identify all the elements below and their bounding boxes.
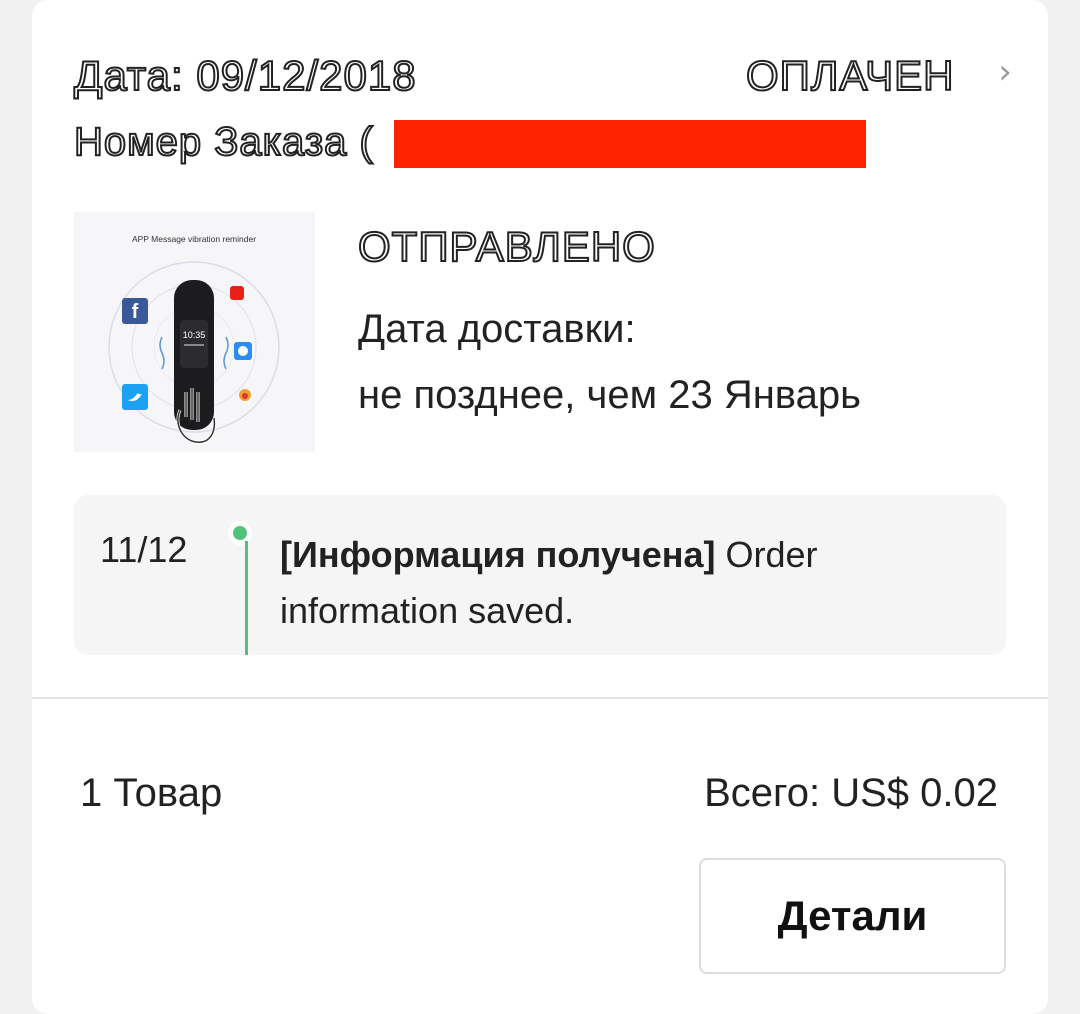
order-date: Дата: 09/12/2018 [73,51,417,100]
items-count: 1 Товар [80,771,223,815]
delivery-date-label: Дата доставки: [358,307,636,351]
product-image-caption: APP Message vibration reminder [132,234,256,244]
shipping-status: ОТПРАВЛЕНО [357,222,656,271]
order-status-badge: ОПЛАЧЕН [745,51,955,100]
order-number-label: Номер Заказа ( [73,119,374,165]
timeline-dot-icon [233,526,247,540]
tracking-panel[interactable]: 11/12 [Информация получена] Order inform… [74,495,1006,655]
tracking-event-title: [Информация получена] [280,534,716,575]
tracking-event: [Информация получена] Order information … [280,527,960,639]
youtube-icon [230,286,244,300]
order-total: Всего: US$ 0.02 [704,771,998,815]
svg-text:f: f [132,301,139,323]
order-number-redaction [394,120,866,168]
chevron-right-icon[interactable]: › [992,54,1018,90]
device-time: 10:35 [183,330,206,340]
order-card[interactable]: Дата: 09/12/2018 ОПЛАЧЕН › Номер Заказа … [32,0,1048,1014]
product-thumbnail[interactable]: APP Message vibration reminder 10:35 f [74,212,315,452]
divider [32,697,1048,699]
delivery-date-value: не позднее, чем 23 Январь [358,373,861,417]
details-button[interactable]: Детали [699,858,1006,974]
timeline-line [245,541,248,655]
product-image: APP Message vibration reminder 10:35 f [74,212,315,452]
tracking-date: 11/12 [100,529,188,570]
